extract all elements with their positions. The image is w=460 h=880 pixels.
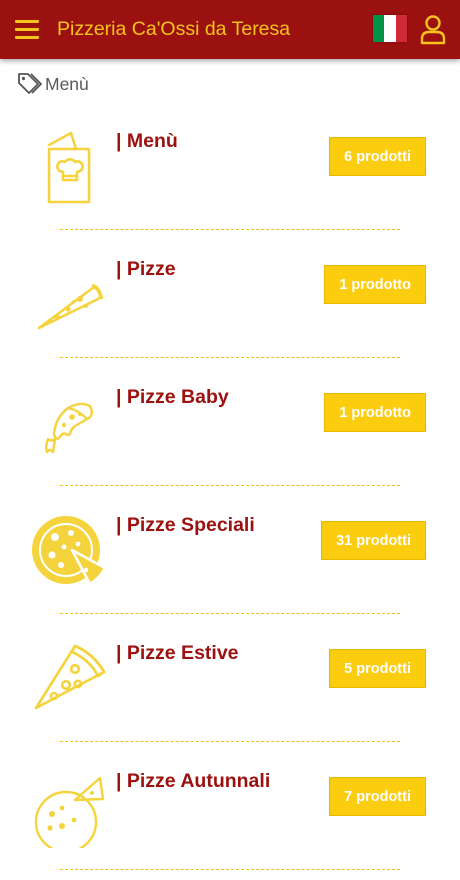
- category-title: | Pizze Estive: [116, 642, 239, 664]
- category-row-pizze[interactable]: | Pizze 1 prodotto: [0, 240, 460, 368]
- app-header: Pizzeria Ca'Ossi da Teresa: [0, 0, 460, 59]
- menu-card-icon: [47, 131, 91, 204]
- breadcrumb: Menù: [16, 71, 89, 97]
- category-title: | Pizze Speciali: [116, 514, 255, 536]
- user-account-icon[interactable]: [420, 15, 446, 45]
- hamburger-menu-icon[interactable]: [15, 20, 39, 40]
- category-title: | Pizze Autunnali: [116, 770, 271, 792]
- row-divider: [60, 229, 400, 230]
- row-divider: [60, 741, 400, 742]
- row-divider: [60, 869, 400, 870]
- pizza-with-slice-icon: [34, 776, 105, 848]
- tag-icon: [18, 73, 42, 94]
- italian-flag-icon[interactable]: [373, 15, 407, 42]
- product-count-button[interactable]: 1 prodotto: [324, 265, 426, 304]
- category-title: | Pizze Baby: [116, 386, 229, 408]
- product-count-button[interactable]: 31 prodotti: [321, 521, 426, 560]
- breadcrumb-label: Menù: [45, 73, 89, 94]
- app-title: Pizzeria Ca'Ossi da Teresa: [57, 18, 291, 40]
- small-pizza-slice-icon: [45, 402, 93, 454]
- product-count-button[interactable]: 1 prodotto: [324, 393, 426, 432]
- category-row-pizze-estive[interactable]: | Pizze Estive 5 prodotti: [0, 624, 460, 752]
- pizza-slice-icon: [37, 283, 104, 330]
- category-row-menu[interactable]: | Menù 6 prodotti: [0, 112, 460, 240]
- category-row-pizze-autunnali[interactable]: | Pizze Autunnali 7 prodotti: [0, 752, 460, 880]
- category-list: | Menù 6 prodotti | Pizze 1 prodotto | P…: [0, 112, 460, 880]
- row-divider: [60, 613, 400, 614]
- category-row-pizze-baby[interactable]: | Pizze Baby 1 prodotto: [0, 368, 460, 496]
- product-count-button[interactable]: 7 prodotti: [329, 777, 426, 816]
- category-title: | Menù: [116, 130, 178, 152]
- pepperoni-slice-icon: [34, 644, 106, 710]
- product-count-button[interactable]: 5 prodotti: [329, 649, 426, 688]
- category-row-pizze-speciali[interactable]: | Pizze Speciali 31 prodotti: [0, 496, 460, 624]
- row-divider: [60, 357, 400, 358]
- row-divider: [60, 485, 400, 486]
- product-count-button[interactable]: 6 prodotti: [329, 137, 426, 176]
- whole-pizza-icon: [32, 516, 107, 586]
- category-title: | Pizze: [116, 258, 176, 280]
